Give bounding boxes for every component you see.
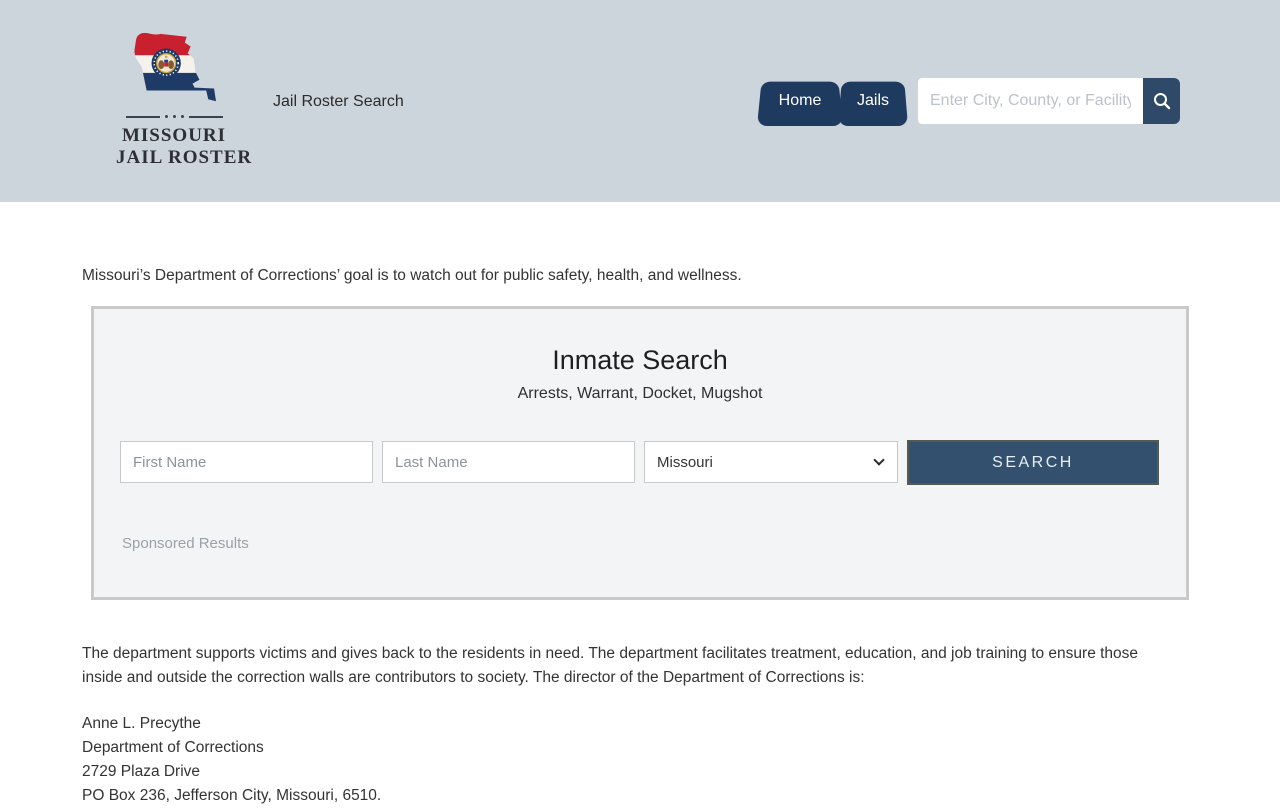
site-logo[interactable]: MISSOURI JAIL ROSTER — [116, 26, 232, 169]
intro-text: Missouri’s Department of Corrections’ go… — [82, 266, 742, 286]
state-select[interactable]: Missouri — [644, 441, 898, 483]
inmate-search-button[interactable]: SEARCH — [907, 440, 1159, 485]
logo-text-line2: JAIL ROSTER — [116, 147, 232, 169]
search-icon — [1152, 91, 1172, 111]
logo-divider — [116, 115, 232, 118]
inmate-search-title: Inmate Search — [94, 345, 1186, 376]
address-block: Anne L. Precythe Department of Correctio… — [82, 712, 381, 808]
last-name-input[interactable] — [382, 441, 635, 483]
sponsored-results-label: Sponsored Results — [122, 535, 249, 552]
site-tagline: Jail Roster Search — [273, 93, 404, 111]
facility-search-input[interactable] — [918, 78, 1143, 124]
inmate-search-form: Missouri SEARCH — [120, 441, 1159, 485]
address-line-street: 2729 Plaza Drive — [82, 760, 381, 784]
nav-tab-jails[interactable]: Jails — [838, 76, 908, 126]
nav-tab-jails-label: Jails — [857, 92, 889, 110]
department-paragraph: The department supports victims and give… — [82, 642, 1178, 690]
nav-tab-home-label: Home — [779, 92, 822, 110]
address-line-dept: Department of Corrections — [82, 736, 381, 760]
nav-tab-home[interactable]: Home — [757, 76, 843, 126]
header-search — [918, 78, 1180, 124]
inmate-search-subtitle: Arrests, Warrant, Docket, Mugshot — [94, 385, 1186, 403]
state-select-wrap: Missouri — [644, 441, 898, 483]
header-search-button[interactable] — [1143, 78, 1180, 124]
missouri-flag-icon — [124, 26, 224, 112]
address-line-city: PO Box 236, Jefferson City, Missouri, 65… — [82, 784, 381, 808]
address-line-name: Anne L. Precythe — [82, 712, 381, 736]
first-name-input[interactable] — [120, 441, 373, 483]
logo-text-line1: MISSOURI — [116, 125, 232, 147]
inmate-search-panel: Inmate Search Arrests, Warrant, Docket, … — [91, 306, 1189, 600]
site-header: MISSOURI JAIL ROSTER Jail Roster Search … — [0, 0, 1280, 202]
